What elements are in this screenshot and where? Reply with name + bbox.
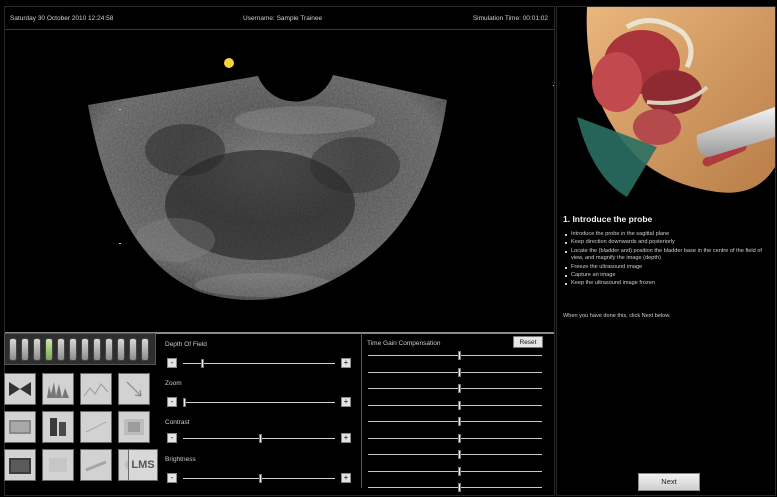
tgc-slider-knob[interactable]: [458, 367, 462, 377]
instruction-note: When you have done this, click Next belo…: [563, 313, 671, 319]
tgc-slider-track[interactable]: [368, 355, 542, 356]
spectrum-icon[interactable]: [42, 373, 74, 405]
preset-button[interactable]: [129, 338, 137, 361]
image-icon[interactable]: [80, 449, 112, 481]
preset-button[interactable]: [93, 338, 101, 361]
tgc-slider-track[interactable]: [368, 437, 542, 439]
preset-button[interactable]: [57, 338, 65, 361]
preset-button[interactable]: [9, 338, 17, 361]
preset-button[interactable]: [33, 338, 41, 361]
brightness-minus-button[interactable]: -: [167, 473, 177, 483]
contrast-minus-button[interactable]: -: [167, 433, 177, 443]
lms-button[interactable]: LMS: [128, 449, 158, 481]
preset-button[interactable]: [21, 338, 29, 361]
instruction-item: Freeze the ultrasound image: [563, 264, 771, 271]
depth-tick: [119, 243, 121, 244]
grid-icon[interactable]: [4, 411, 36, 443]
instruction-list: Introduce the probe in the sagittal plan…: [563, 231, 771, 289]
organ: [642, 70, 702, 114]
image-icon[interactable]: [42, 449, 74, 481]
brightness-label: Brightness: [165, 456, 196, 463]
ultrasound-view[interactable]: [5, 30, 554, 330]
instruction-item: Capture an image: [563, 272, 771, 279]
bowtie-icon[interactable]: [4, 373, 36, 405]
preset-button[interactable]: [69, 338, 77, 361]
preset-row: [4, 333, 156, 365]
tgc-slider-track[interactable]: [368, 454, 542, 455]
username-label: Username: Sample Trainee: [243, 15, 323, 22]
image-settings-sliders: Depth Of Field - + Zoom - + Contrast - +…: [163, 333, 355, 488]
folder-icon[interactable]: [4, 449, 36, 481]
step-title: 1. Introduce the probe: [563, 214, 653, 224]
tgc-slider-knob[interactable]: [458, 466, 462, 476]
preset-button[interactable]: [117, 338, 125, 361]
waveform-icon[interactable]: [80, 373, 112, 405]
tgc-slider-knob[interactable]: [458, 351, 462, 360]
depth-plus-button[interactable]: +: [341, 358, 351, 368]
tgc-slider-knob[interactable]: [458, 450, 462, 459]
texture-icon[interactable]: [118, 411, 150, 443]
bars-icon[interactable]: [42, 411, 74, 443]
tgc-slider-knob[interactable]: [458, 400, 462, 410]
tgc-slider-track[interactable]: [368, 470, 542, 472]
instruction-panel: 1. Introduce the probe Introduce the pro…: [556, 6, 776, 496]
organ: [633, 109, 681, 145]
depth-slider-knob[interactable]: [201, 359, 205, 368]
datetime-label: Saturday 30 October 2010 12:24:58: [10, 15, 114, 22]
instruction-item: Introduce the probe in the sagittal plan…: [563, 231, 771, 238]
film-icon[interactable]: [80, 411, 112, 443]
status-bar: Saturday 30 October 2010 12:24:58 Userna…: [5, 7, 554, 29]
simulation-time-label: Simulation Time: 00:01:02: [472, 15, 548, 22]
tgc-slider-knob[interactable]: [458, 483, 462, 492]
instruction-item: Locate the (bladder and) position the bl…: [563, 248, 771, 263]
preset-button[interactable]: [105, 338, 113, 361]
zoom-slider-track[interactable]: [183, 402, 335, 403]
brightness-plus-button[interactable]: +: [341, 473, 351, 483]
tgc-slider-track[interactable]: [368, 487, 542, 488]
tgc-slider-knob[interactable]: [458, 384, 462, 393]
depth-tick: [553, 85, 554, 86]
tgc-slider-track[interactable]: [368, 388, 542, 389]
brightness-slider-knob[interactable]: [259, 474, 262, 483]
anatomy-3d-view[interactable]: [557, 7, 775, 202]
tgc-slider-track[interactable]: [368, 404, 542, 406]
zoom-plus-button[interactable]: +: [341, 397, 351, 407]
instruction-item: Keep the ultrasound image frozen: [563, 280, 771, 287]
instruction-item: Keep direction downwards and posteriorly: [563, 239, 771, 246]
arrow-icon[interactable]: [118, 373, 150, 405]
zoom-minus-button[interactable]: -: [167, 397, 177, 407]
organ: [592, 52, 642, 112]
tgc-slider-track[interactable]: [368, 371, 542, 373]
zoom-slider-knob[interactable]: [183, 398, 186, 407]
contrast-slider-knob[interactable]: [259, 434, 262, 443]
tgc-label: Time Gain Compensation: [367, 340, 441, 347]
depth-tick: [119, 109, 121, 110]
depth-slider-track[interactable]: [183, 363, 335, 364]
zoom-label: Zoom: [165, 380, 182, 387]
next-button[interactable]: Next: [638, 473, 700, 491]
tgc-reset-button[interactable]: Reset: [513, 336, 543, 348]
contrast-label: Contrast: [165, 419, 190, 426]
preset-button[interactable]: [141, 338, 149, 361]
tgc-slider-track[interactable]: [368, 421, 542, 422]
depth-minus-button[interactable]: -: [167, 358, 177, 368]
contrast-plus-button[interactable]: +: [341, 433, 351, 443]
probe-marker: [224, 58, 234, 68]
preset-button-active[interactable]: [45, 338, 53, 361]
preset-button[interactable]: [81, 338, 89, 361]
depth-label: Depth Of Field: [165, 341, 207, 348]
tgc-slider-knob[interactable]: [458, 417, 462, 426]
tgc-slider-knob[interactable]: [458, 433, 462, 443]
time-gain-compensation-panel: Time Gain Compensation Reset: [361, 333, 549, 492]
